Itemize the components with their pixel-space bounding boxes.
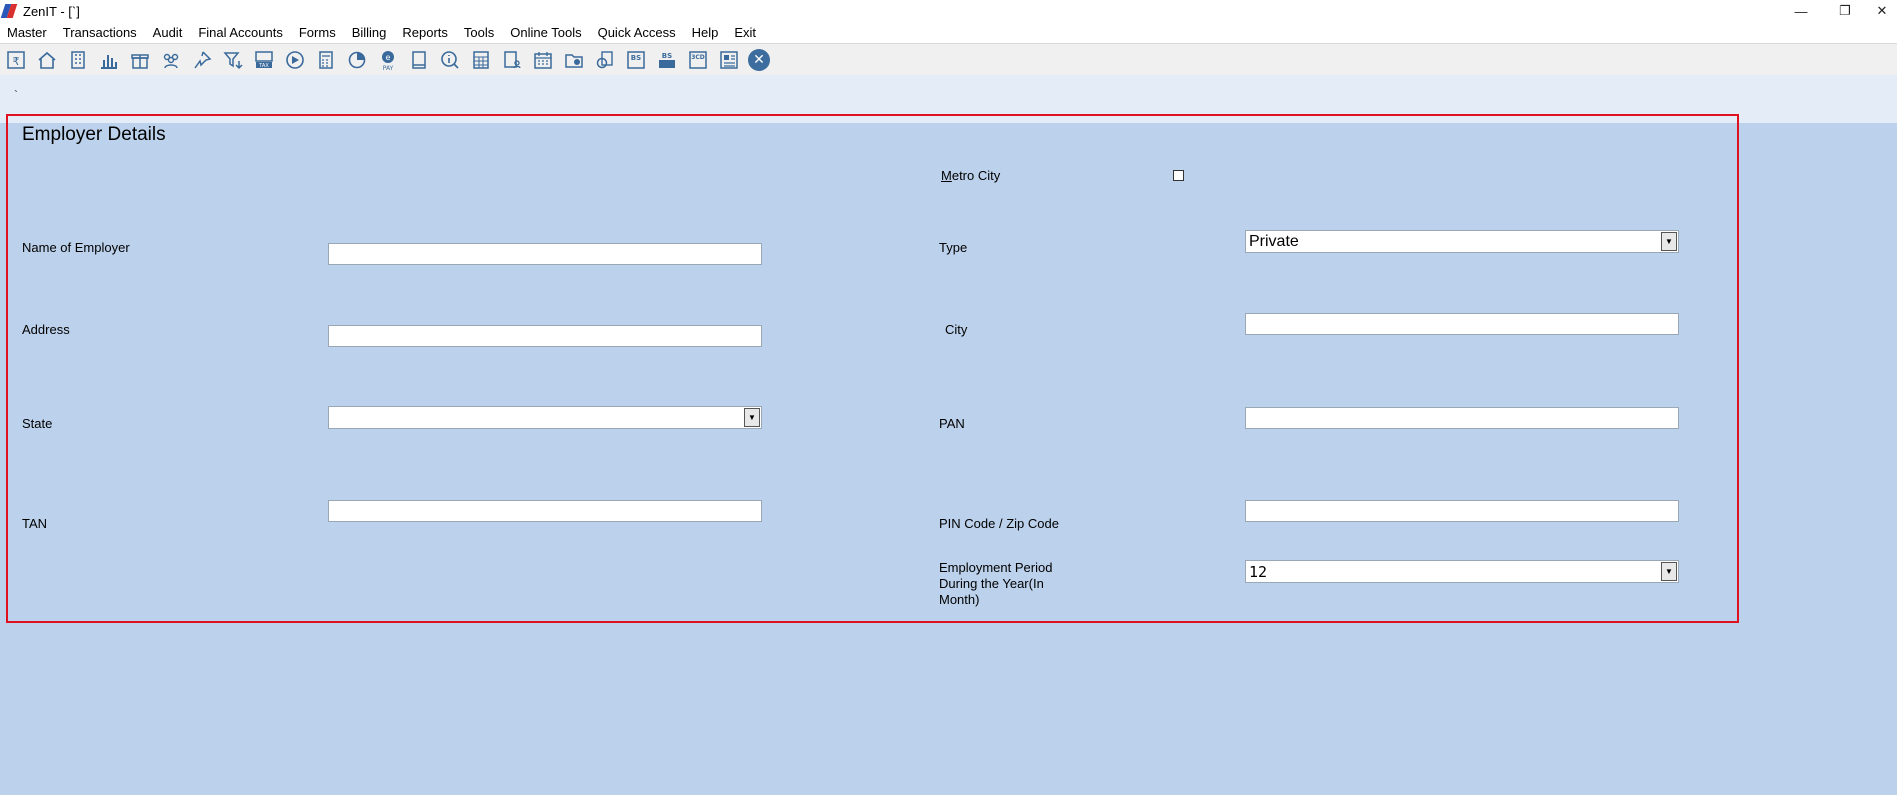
refresh-doc-icon[interactable] (593, 48, 617, 72)
bs-schedule-icon[interactable]: BS (655, 48, 679, 72)
employment-period-label: Employment Period During the Year(In Mon… (939, 560, 1052, 608)
info-icon[interactable] (438, 48, 462, 72)
calendar-icon[interactable] (531, 48, 555, 72)
bs-schedule-label: BS (662, 52, 672, 60)
restore-button[interactable]: ❐ (1823, 0, 1867, 22)
city-label: City (945, 322, 968, 337)
title-bar: ZenIT - [`] — ❐ ✕ (0, 0, 1897, 22)
type-select[interactable]: Private ▼ (1245, 230, 1679, 253)
users-icon[interactable] (159, 48, 183, 72)
menu-audit[interactable]: Audit (145, 22, 191, 43)
pan-label: PAN (939, 416, 965, 431)
address-input[interactable] (328, 325, 762, 347)
menu-online-tools[interactable]: Online Tools (502, 22, 589, 43)
strip-mark: ` (14, 88, 18, 102)
state-label: State (22, 416, 53, 431)
menu-quick-access[interactable]: Quick Access (590, 22, 684, 43)
city-input[interactable] (1245, 313, 1679, 335)
bs-icon[interactable]: BS (624, 48, 648, 72)
add-folder-icon[interactable] (562, 48, 586, 72)
spreadsheet-icon[interactable] (469, 48, 493, 72)
rupee-doc-icon[interactable]: ₹ (4, 48, 28, 72)
menu-bar: Master Transactions Audit Final Accounts… (0, 22, 1897, 44)
pin-icon[interactable] (190, 48, 214, 72)
3cd-icon[interactable]: 3CD (686, 48, 710, 72)
building-icon[interactable] (66, 48, 90, 72)
window-title: ZenIT - [`] (23, 3, 80, 19)
pie-chart-icon[interactable] (345, 48, 369, 72)
calculator-icon[interactable] (314, 48, 338, 72)
bar-chart-icon[interactable] (97, 48, 121, 72)
menu-reports[interactable]: Reports (394, 22, 456, 43)
play-circle-icon[interactable] (283, 48, 307, 72)
epay-label: PAY (383, 65, 394, 71)
state-select[interactable]: ▼ (328, 406, 762, 429)
window-controls: — ❐ ✕ (1779, 0, 1897, 22)
menu-transactions[interactable]: Transactions (55, 22, 145, 43)
employer-details-frame (6, 114, 1739, 623)
menu-master[interactable]: Master (0, 22, 55, 43)
menu-exit[interactable]: Exit (726, 22, 764, 43)
employment-period-label-line2: During the Year(In (939, 576, 1044, 591)
name-of-employer-label: Name of Employer (22, 240, 130, 255)
employment-period-select[interactable]: 12 ▼ (1245, 560, 1679, 583)
menu-help[interactable]: Help (684, 22, 727, 43)
employment-period-label-line3: Month) (939, 592, 980, 607)
menu-tools[interactable]: Tools (456, 22, 502, 43)
book-icon[interactable] (407, 48, 431, 72)
gift-icon[interactable] (128, 48, 152, 72)
tan-input[interactable] (328, 500, 762, 522)
metro-city-label: Metro City (941, 168, 1001, 183)
svg-text:₹: ₹ (13, 55, 20, 68)
3cd-label: 3CD (691, 54, 705, 61)
pin-code-label: PIN Code / Zip Code (939, 516, 1059, 531)
employment-period-value: 12 (1249, 562, 1268, 581)
filter-icon[interactable] (221, 48, 245, 72)
epay-icon[interactable]: e PAY (376, 48, 400, 72)
metro-city-label-rest: etro City (951, 168, 1001, 183)
user-doc-icon[interactable] (500, 48, 524, 72)
svg-text:e: e (386, 53, 391, 62)
employment-period-label-line1: Employment Period (939, 560, 1053, 575)
pin-code-input[interactable] (1245, 500, 1679, 522)
tax-icon[interactable]: TAX (252, 48, 276, 72)
bs-label: BS (631, 54, 641, 62)
menu-billing[interactable]: Billing (344, 22, 395, 43)
tan-label: TAN (22, 516, 48, 531)
name-of-employer-input[interactable] (328, 243, 762, 265)
tax-label: TAX (258, 63, 269, 69)
type-label: Type (939, 240, 968, 255)
section-title: Employer Details (22, 124, 166, 145)
pan-input[interactable] (1245, 407, 1679, 429)
metro-city-checkbox[interactable] (1173, 170, 1184, 181)
close-circle-icon[interactable]: ✕ (748, 48, 770, 71)
home-icon[interactable] (35, 48, 59, 72)
close-button[interactable]: ✕ (1867, 0, 1897, 22)
chevron-down-icon[interactable]: ▼ (1661, 232, 1677, 251)
address-label: Address (22, 322, 70, 337)
minimize-button[interactable]: — (1779, 0, 1823, 22)
chevron-down-icon[interactable]: ▼ (744, 408, 760, 427)
app-logo-icon (0, 4, 18, 18)
chevron-down-icon[interactable]: ▼ (1661, 562, 1677, 581)
menu-forms[interactable]: Forms (291, 22, 344, 43)
report-icon[interactable] (717, 48, 741, 72)
toolbar: ₹ TAX e PAY BS BS 3CD ✕ (0, 44, 1897, 75)
menu-final-accounts[interactable]: Final Accounts (190, 22, 291, 43)
type-select-value: Private (1249, 232, 1299, 250)
